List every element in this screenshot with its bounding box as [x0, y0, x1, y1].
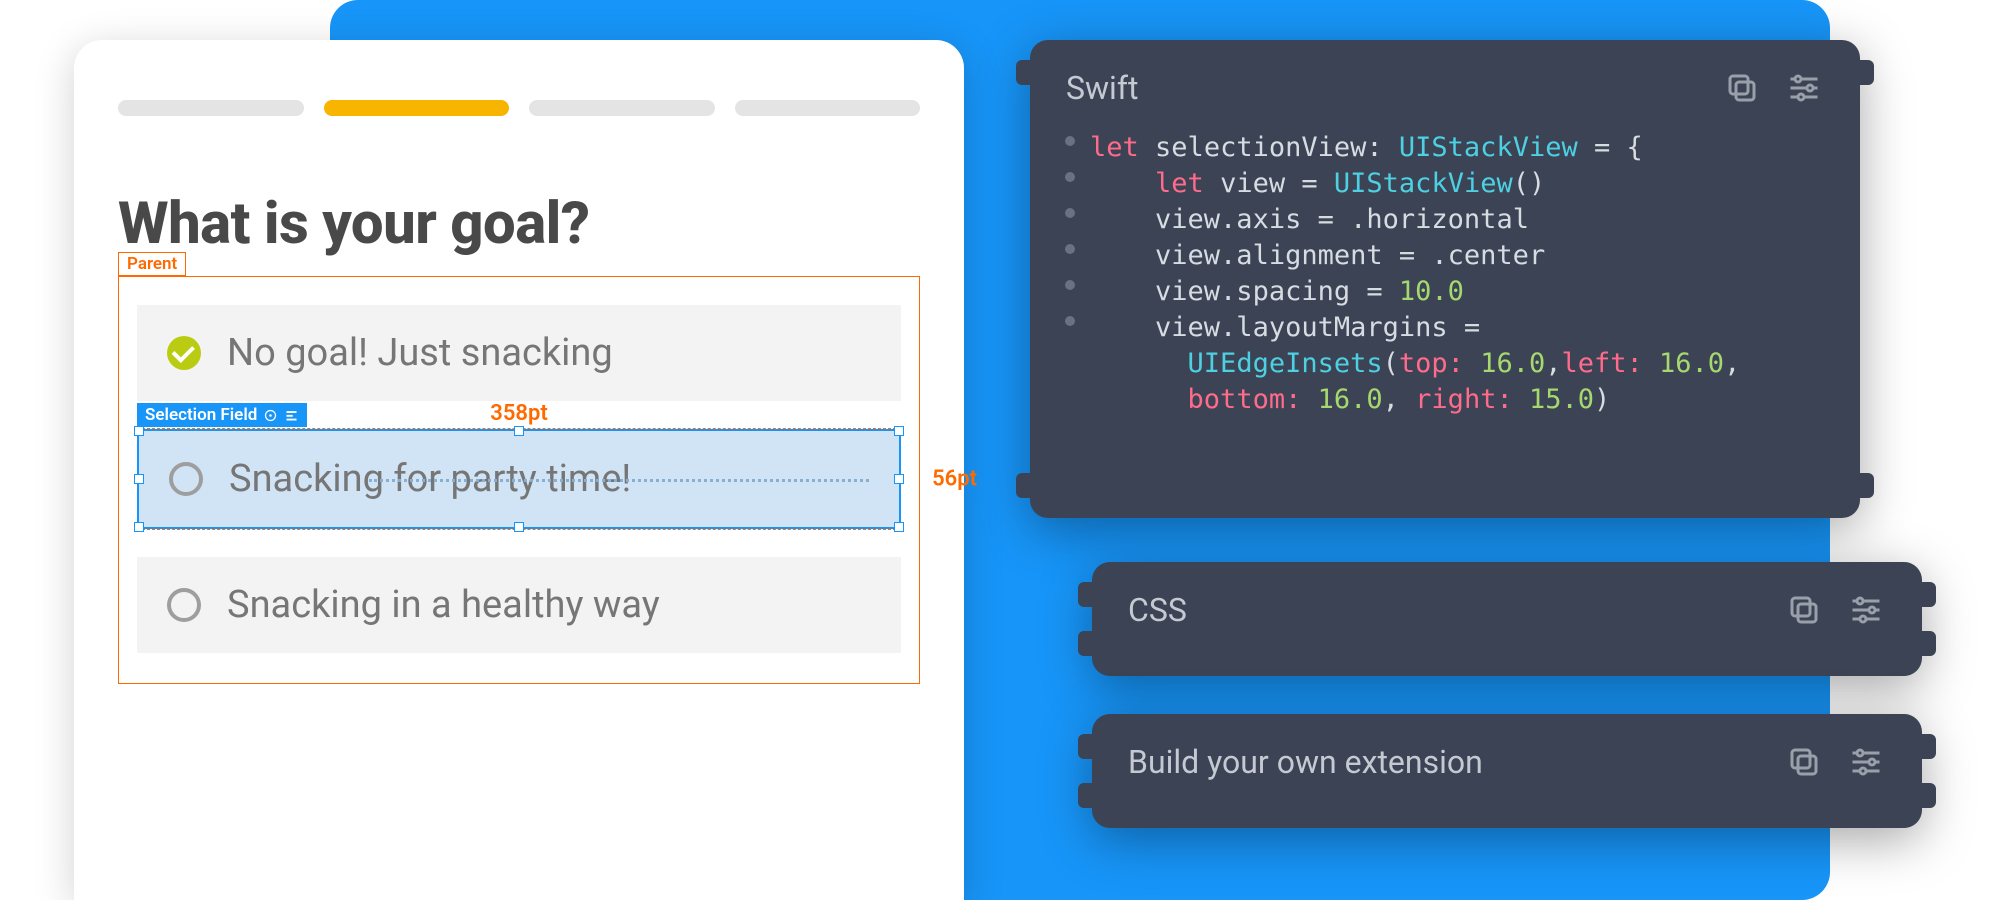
- measure-height: 56pt: [932, 467, 977, 492]
- selection-label[interactable]: Selection Field: [137, 403, 307, 427]
- panel-notch: [1860, 473, 1874, 498]
- parent-label: Parent: [118, 252, 186, 276]
- measure-width: 358pt: [490, 401, 547, 426]
- panel-notch: [1078, 783, 1092, 808]
- resize-handle[interactable]: [134, 474, 144, 484]
- spacing-guide: [369, 479, 869, 482]
- copy-button[interactable]: [1722, 68, 1762, 108]
- code-panel-swift: Swift let selectionView: UIStackView = {…: [1030, 40, 1860, 518]
- settings-button[interactable]: [1784, 68, 1824, 108]
- panel-notch: [1078, 631, 1092, 656]
- panel-header: Swift: [1030, 40, 1860, 130]
- resize-handle[interactable]: [134, 522, 144, 532]
- resize-handle[interactable]: [134, 426, 144, 436]
- settings-button[interactable]: [1846, 590, 1886, 630]
- resize-handle[interactable]: [894, 426, 904, 436]
- panel-title: Swift: [1066, 69, 1700, 107]
- resize-handle[interactable]: [514, 522, 524, 532]
- panel-notch: [1016, 60, 1030, 85]
- option-3[interactable]: Snacking in a healthy way: [137, 557, 901, 653]
- option-2[interactable]: Snacking for party time!: [137, 429, 901, 529]
- fold-gutter[interactable]: [1050, 130, 1090, 418]
- align-icon: [284, 408, 299, 423]
- option-1-text: No goal! Just snacking: [227, 331, 613, 375]
- progress-step-2: [324, 100, 510, 116]
- resize-handle[interactable]: [894, 522, 904, 532]
- panel-title: Build your own extension: [1128, 743, 1762, 781]
- panel-notch: [1016, 473, 1030, 498]
- progress-step-3: [529, 100, 715, 116]
- design-canvas: What is your goal? Parent No goal! Just …: [74, 40, 964, 900]
- copy-button[interactable]: [1784, 590, 1824, 630]
- panel-title: CSS: [1128, 591, 1762, 629]
- panel-notch: [1922, 734, 1936, 759]
- radio-icon[interactable]: [169, 462, 203, 496]
- panel-notch: [1922, 631, 1936, 656]
- target-icon: [263, 408, 278, 423]
- radio-icon[interactable]: [167, 588, 201, 622]
- copy-icon: [1786, 744, 1822, 780]
- selection-label-text: Selection Field: [145, 405, 257, 425]
- panel-notch: [1078, 582, 1092, 607]
- question-heading: What is your goal?: [118, 190, 920, 258]
- option-3-text: Snacking in a healthy way: [227, 583, 660, 627]
- radio-checked-icon[interactable]: [167, 336, 201, 370]
- panel-header: Build your own extension: [1092, 714, 1922, 804]
- copy-icon: [1724, 70, 1760, 106]
- panel-header: CSS: [1092, 562, 1922, 652]
- panel-notch: [1078, 734, 1092, 759]
- selected-element-wrap: Selection Field 358pt 56pt Snacking for …: [137, 429, 901, 529]
- option-1[interactable]: No goal! Just snacking: [137, 305, 901, 401]
- panel-notch: [1922, 582, 1936, 607]
- progress-step-1: [118, 100, 304, 116]
- code-content[interactable]: let selectionView: UIStackView = { let v…: [1090, 130, 1740, 418]
- code-panel-extension[interactable]: Build your own extension: [1092, 714, 1922, 828]
- code-body: let selectionView: UIStackView = { let v…: [1030, 130, 1860, 448]
- resize-handle[interactable]: [894, 474, 904, 484]
- copy-icon: [1786, 592, 1822, 628]
- parent-container[interactable]: Parent No goal! Just snacking Selection …: [118, 276, 920, 684]
- resize-handle[interactable]: [514, 426, 524, 436]
- progress-step-4: [735, 100, 921, 116]
- panel-notch: [1922, 783, 1936, 808]
- copy-button[interactable]: [1784, 742, 1824, 782]
- progress-bar: [118, 100, 920, 116]
- code-panel-css[interactable]: CSS: [1092, 562, 1922, 676]
- settings-button[interactable]: [1846, 742, 1886, 782]
- sliders-icon: [1786, 70, 1822, 106]
- panel-notch: [1860, 60, 1874, 85]
- sliders-icon: [1848, 592, 1884, 628]
- sliders-icon: [1848, 744, 1884, 780]
